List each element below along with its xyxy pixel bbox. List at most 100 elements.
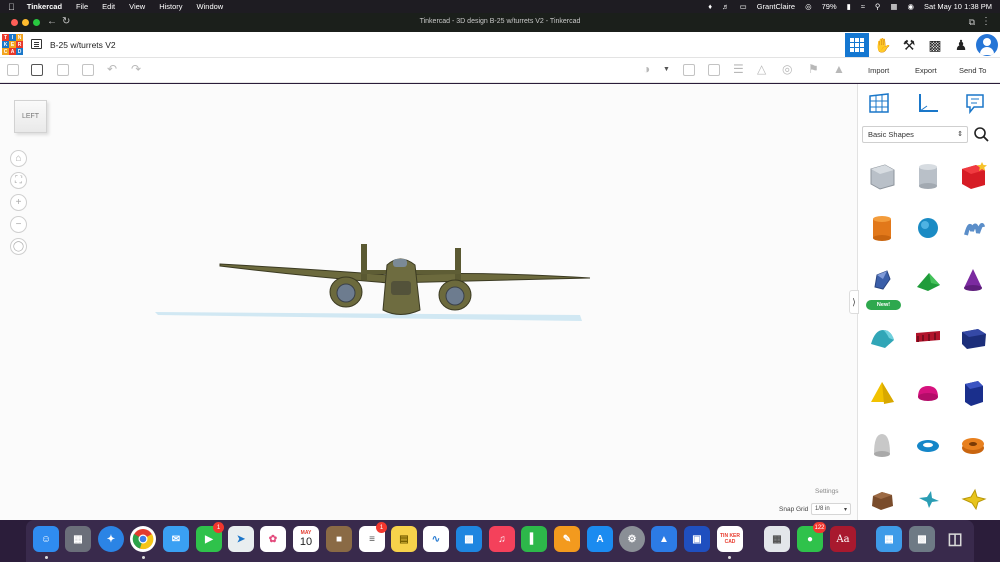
menu-history[interactable]: History xyxy=(159,2,182,11)
menu-file[interactable]: File xyxy=(76,2,88,11)
workplane-grid-icon[interactable] xyxy=(868,92,890,114)
add-user-icon[interactable]: ♟ xyxy=(952,36,970,54)
dictionary-icon[interactable]: Aa xyxy=(830,526,856,552)
downloads-folder-icon[interactable]: ▦ xyxy=(876,526,902,552)
spotlight-icon[interactable]: ⚲ xyxy=(875,2,881,11)
send-to-button[interactable]: Send To xyxy=(959,66,986,75)
menubar-user[interactable]: GrantClaire xyxy=(757,2,795,11)
freeform-icon[interactable]: ∿ xyxy=(423,526,449,552)
chevron-down-icon[interactable]: ▼ xyxy=(663,66,670,73)
recent-screenshot-icon[interactable]: ▩ xyxy=(909,526,935,552)
trash-icon[interactable]: ◫ xyxy=(942,526,968,552)
safari-icon[interactable]: ✦ xyxy=(98,526,124,552)
virtualbox-icon[interactable]: ▣ xyxy=(684,526,710,552)
sim-lab-hand-icon[interactable]: ✋ xyxy=(874,36,892,54)
display-icon[interactable]: ▭ xyxy=(740,2,747,11)
menu-edit[interactable]: Edit xyxy=(102,2,115,11)
redo-icon[interactable]: ↷ xyxy=(131,62,141,76)
shape-rock[interactable] xyxy=(865,482,899,516)
perspective-icon[interactable]: ◯ xyxy=(10,238,27,255)
battery-icon[interactable]: ▮ xyxy=(847,2,851,11)
music-icon[interactable]: ♫ xyxy=(489,526,515,552)
battery-percent[interactable]: 79% xyxy=(822,2,837,11)
launchpad-icon[interactable]: ▦ xyxy=(65,526,91,552)
design-list-icon[interactable] xyxy=(31,39,42,49)
notes-app-icon[interactable]: ▤ xyxy=(391,526,417,552)
menu-view[interactable]: View xyxy=(129,2,145,11)
user-avatar[interactable] xyxy=(976,34,998,56)
search-icon[interactable] xyxy=(973,127,990,142)
ruler-icon[interactable] xyxy=(917,92,939,114)
3d-design-view-button[interactable] xyxy=(845,33,869,57)
apple-menu-icon[interactable]:  xyxy=(8,2,15,12)
briefcase-icon[interactable]: ▩ xyxy=(926,36,944,54)
shape-wedge[interactable] xyxy=(956,320,990,354)
control-center-icon[interactable]: ▦ xyxy=(890,2,897,11)
shape-new-gem[interactable] xyxy=(865,263,899,297)
mail-icon[interactable]: ✉ xyxy=(163,526,189,552)
tinkercad-logo[interactable]: T I N K E R C A D xyxy=(2,34,24,56)
snap-grid-select[interactable]: 1/8 in ▾ xyxy=(811,503,851,515)
photos-icon[interactable]: ✿ xyxy=(260,526,286,552)
settings-link[interactable]: Settings xyxy=(815,488,839,495)
menu-app-name[interactable]: Tinkercad xyxy=(27,2,62,11)
mirror-icon[interactable]: △ xyxy=(757,62,766,76)
system-settings-icon[interactable]: ⚙ xyxy=(619,526,645,552)
calendar-icon[interactable]: MAY 10 xyxy=(293,526,319,552)
wifi-icon[interactable]: ≈ xyxy=(861,2,865,11)
app-store-icon[interactable]: A xyxy=(587,526,613,552)
undo-icon[interactable]: ↶ xyxy=(107,62,117,76)
fit-view-icon[interactable]: ⛶ xyxy=(10,172,27,189)
collapse-panel-button[interactable]: ⟩ xyxy=(849,290,859,314)
maps-icon[interactable]: ➤ xyxy=(228,526,254,552)
menu-window[interactable]: Window xyxy=(197,2,224,11)
cruise-icon[interactable]: ◎ xyxy=(782,62,792,76)
ungroup-icon[interactable] xyxy=(708,64,720,76)
shape-torus[interactable] xyxy=(911,428,945,462)
siri-icon[interactable]: ◉ xyxy=(908,2,915,11)
delete-icon[interactable] xyxy=(82,64,94,76)
more-menu-icon[interactable]: ⋮ xyxy=(981,16,991,27)
import-button[interactable]: Import xyxy=(868,66,889,75)
shape-text[interactable] xyxy=(911,320,945,354)
finder-icon[interactable]: ☺ xyxy=(33,526,59,552)
shape-sphere[interactable] xyxy=(911,211,945,245)
airdrop-icon[interactable]: ◎ xyxy=(805,2,812,11)
shape-roof[interactable] xyxy=(911,263,945,297)
group-icon[interactable] xyxy=(683,64,695,76)
volume-icon[interactable]: ♬ xyxy=(722,2,730,11)
shape-half-cylinder[interactable] xyxy=(865,320,899,354)
shape-pyramid[interactable] xyxy=(865,376,899,410)
shape-cone[interactable] xyxy=(956,263,990,297)
keynote-icon[interactable]: ▩ xyxy=(456,526,482,552)
zoom-out-icon[interactable]: − xyxy=(10,216,27,233)
shape-scribble[interactable] xyxy=(956,211,990,245)
contacts-icon[interactable]: ■ xyxy=(326,526,352,552)
shape-cylinder[interactable] xyxy=(865,211,899,245)
menubar-datetime[interactable]: Sat May 10 1:38 PM xyxy=(924,2,992,11)
shape-polygon[interactable] xyxy=(956,376,990,410)
zoom-in-icon[interactable]: + xyxy=(10,194,27,211)
shape-box[interactable] xyxy=(956,159,990,193)
flag-icon[interactable]: ⚑ xyxy=(808,62,819,76)
light-bulb-icon[interactable]: ◑ xyxy=(643,62,650,76)
notes-icon[interactable] xyxy=(964,92,986,114)
shape-half-sphere[interactable] xyxy=(911,376,945,410)
numbers-icon[interactable]: ▍ xyxy=(521,526,547,552)
shape-box-hole[interactable] xyxy=(865,159,899,193)
workplane-icon[interactable]: ▲ xyxy=(833,62,845,76)
shape-tube[interactable] xyxy=(956,428,990,462)
chrome-icon[interactable] xyxy=(130,526,156,552)
shape-cylinder-hole[interactable] xyxy=(911,159,945,193)
shape-gold-star[interactable] xyxy=(956,482,990,516)
align-icon[interactable]: ☰ xyxy=(733,62,744,76)
export-button[interactable]: Export xyxy=(915,66,937,75)
shape-star[interactable] xyxy=(911,482,945,516)
copy-icon[interactable] xyxy=(7,64,19,76)
preview-icon[interactable]: ▦ xyxy=(764,526,790,552)
shape-paraboloid[interactable] xyxy=(865,428,899,462)
view-cube[interactable]: LEFT xyxy=(14,100,47,133)
shape-category-select[interactable]: Basic Shapes ⇕ xyxy=(862,126,968,143)
b25-bomber-model[interactable] xyxy=(150,235,600,330)
tools-icon[interactable]: ⚒ xyxy=(900,36,918,54)
